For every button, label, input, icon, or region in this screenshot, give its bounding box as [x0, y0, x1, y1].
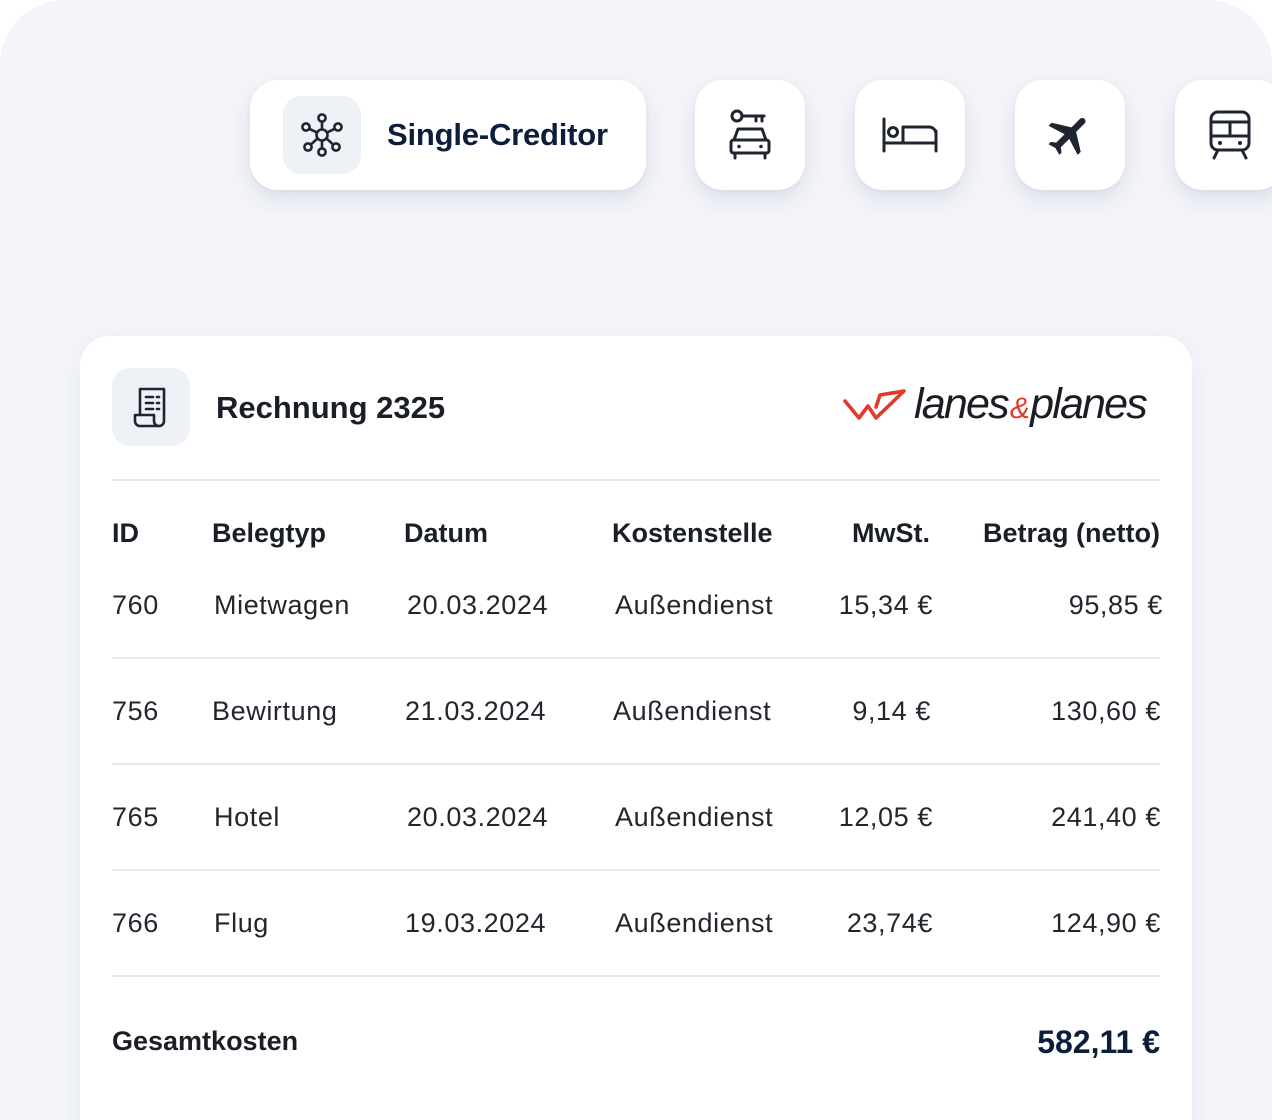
- column-header-id: ID: [112, 518, 139, 548]
- column-header-date: Datum: [404, 518, 489, 548]
- row-4-cost-center: Außendienst: [615, 908, 774, 938]
- row-4-id: 766: [112, 908, 159, 938]
- row-1-id: 760: [112, 590, 159, 620]
- row-4-date: 19.03.2024: [405, 908, 547, 938]
- total-value: 582,11 €: [1037, 1024, 1160, 1060]
- car-rental-icon: [729, 109, 771, 160]
- hotel-chip[interactable]: [855, 80, 965, 190]
- row-3-id: 765: [112, 802, 159, 832]
- column-header-amount: Betrag (netto): [983, 518, 1160, 548]
- row-3-type: Hotel: [214, 802, 281, 832]
- row-2-date: 21.03.2024: [405, 696, 547, 726]
- flight-chip[interactable]: [1015, 80, 1125, 190]
- column-header-cost-center: Kostenstelle: [612, 518, 773, 548]
- invoice-title: Rechnung 2325: [216, 390, 446, 425]
- train-chip[interactable]: [1175, 80, 1272, 190]
- row-1-cost-center: Außendienst: [615, 590, 774, 620]
- row-2-amount: 130,60 €: [1051, 696, 1161, 726]
- brand-text: lanes&planes: [914, 380, 1148, 428]
- receipt-icon: [133, 387, 166, 428]
- row-1-type: Mietwagen: [214, 590, 350, 620]
- row-4-vat: 23,74€: [846, 908, 933, 938]
- row-divider: [112, 869, 1160, 871]
- receipt-icon-box: [112, 368, 190, 446]
- network-icon: [301, 113, 343, 157]
- row-3-date: 20.03.2024: [407, 802, 549, 832]
- row-1-vat: 15,34 €: [838, 590, 933, 620]
- header-divider: [112, 479, 1160, 481]
- single-creditor-label: Single-Creditor: [387, 117, 608, 152]
- row-divider: [112, 763, 1160, 765]
- row-4-amount: 124,90 €: [1051, 908, 1161, 938]
- train-icon: [1209, 110, 1251, 160]
- hotel-bed-icon: [882, 117, 938, 153]
- row-2-id: 756: [112, 696, 159, 726]
- invoice-card: Rechnung 2325 lanes&planes ID Belegtyp D…: [80, 336, 1192, 1120]
- row-2-vat: 9,14 €: [852, 696, 931, 726]
- network-icon-box: [283, 96, 361, 174]
- row-3-amount: 241,40 €: [1051, 802, 1161, 832]
- column-header-type: Belegtyp: [212, 518, 327, 548]
- row-divider: [112, 657, 1160, 659]
- row-2-type: Bewirtung: [212, 696, 338, 726]
- row-3-vat: 12,05 €: [838, 802, 933, 832]
- row-3-cost-center: Außendienst: [615, 802, 774, 832]
- row-4-type: Flug: [214, 908, 269, 938]
- row-1-date: 20.03.2024: [407, 590, 549, 620]
- column-header-vat: MwSt.: [852, 518, 930, 548]
- brand-wing-icon: [843, 388, 906, 420]
- car-rental-chip[interactable]: [695, 80, 805, 190]
- airplane-icon: [1048, 117, 1086, 155]
- row-2-cost-center: Außendienst: [613, 696, 772, 726]
- lanes-planes-logo: lanes&planes: [842, 380, 1148, 429]
- row-1-amount: 95,85 €: [1068, 590, 1163, 620]
- canvas: Single-Creditor Rechnung 2325 lanes&plan…: [0, 0, 1272, 1120]
- row-divider: [112, 975, 1160, 977]
- single-creditor-chip[interactable]: Single-Creditor: [250, 80, 646, 190]
- total-label: Gesamtkosten: [112, 1026, 299, 1056]
